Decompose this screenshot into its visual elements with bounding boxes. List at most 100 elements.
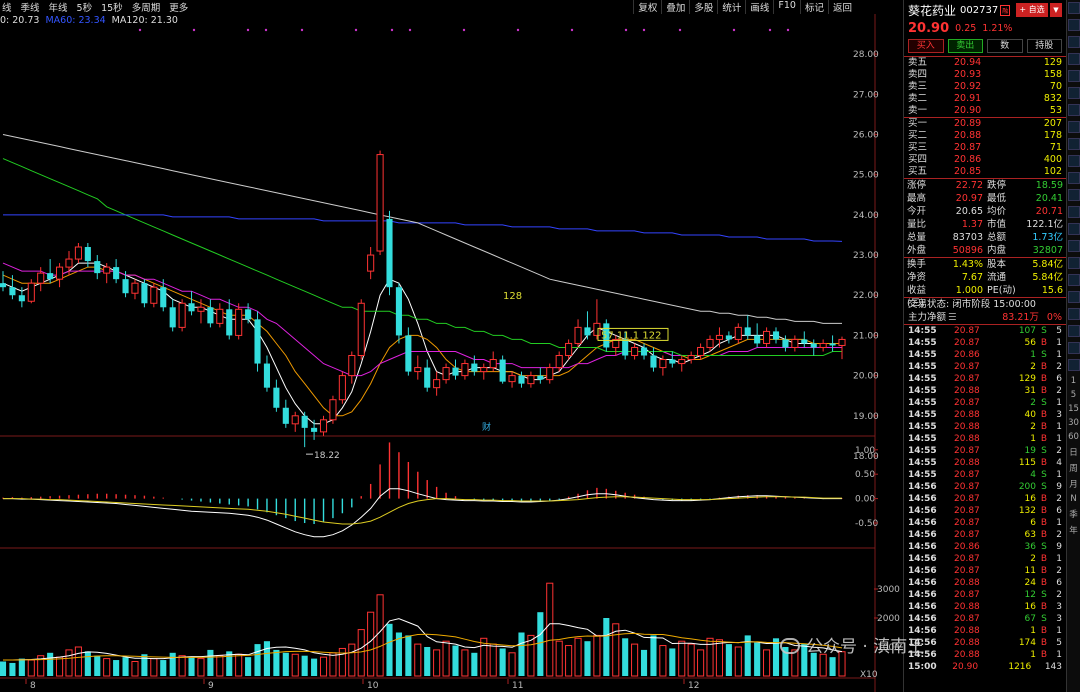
sidebar-period-15[interactable]: 15: [1067, 404, 1080, 414]
sidebar-period-5[interactable]: 5: [1067, 390, 1080, 400]
volume-bar: [319, 656, 328, 677]
order-book-asks-row[interactable]: 卖五 20.94 129: [904, 57, 1066, 69]
period-tab-6[interactable]: 更多: [167, 0, 195, 14]
sidebar-tool-icon[interactable]: [1068, 104, 1080, 116]
candle: [678, 355, 686, 372]
period-tab-4[interactable]: 15秒: [99, 0, 130, 14]
stat-value: 50896: [952, 245, 983, 256]
sidebar-tool-icon[interactable]: [1068, 325, 1080, 337]
volume-bar: [188, 657, 195, 676]
toolbar-button-2[interactable]: 多股: [689, 0, 717, 14]
toolbar-button-0[interactable]: 复权: [633, 0, 661, 14]
signal-dot: [786, 28, 790, 32]
tick-row: 14:55 20.88 115 B 4: [904, 457, 1066, 469]
tick-count: 1: [1056, 350, 1062, 360]
sidebar-tool-icon[interactable]: [1068, 257, 1080, 269]
stat-row: 收益(三) 1.000 PE(动) 15.6: [904, 284, 1066, 309]
tick-count: 1: [1056, 554, 1062, 564]
level-volume: 832: [1043, 93, 1062, 104]
tick-price: 20.88: [954, 650, 980, 660]
order-book-asks-row[interactable]: 卖四 20.93 158: [904, 69, 1066, 81]
tick-side: B: [1040, 458, 1048, 468]
level-volume: 70: [1049, 81, 1062, 92]
sidebar-tool-icon[interactable]: [1068, 53, 1080, 65]
tick-side: S: [1041, 398, 1047, 408]
toolbar-button-1[interactable]: 叠加: [661, 0, 689, 14]
sidebar-tool-icon[interactable]: [1068, 223, 1080, 235]
sidebar-tool-icon[interactable]: [1068, 274, 1080, 286]
order-book-asks-row[interactable]: 卖二 20.91 832: [904, 93, 1066, 105]
holdings-button[interactable]: 持股: [1026, 39, 1062, 53]
sidebar-tool-icon[interactable]: [1068, 342, 1080, 354]
tick-row: 14:56 20.87 16 B 2: [904, 493, 1066, 505]
sidebar-tool-icon[interactable]: [1068, 172, 1080, 184]
sidebar-period-1[interactable]: 1: [1067, 376, 1080, 386]
ma-line-5: [2, 134, 842, 324]
menu-icon[interactable]: ☰: [948, 311, 957, 324]
tick-list[interactable]: 14:55 20.87 107 S 5 14:55 20.87 56 B 1 14:55 20.86 1…: [904, 324, 1066, 673]
sidebar-tool-icon[interactable]: [1068, 87, 1080, 99]
buy-button[interactable]: 买入: [908, 39, 944, 53]
sidebar-period-4[interactable]: 季: [1067, 508, 1080, 520]
sidebar-tool-icon[interactable]: [1068, 308, 1080, 320]
toolbar-button-3[interactable]: 统计: [717, 0, 745, 14]
volume-bar: [603, 618, 610, 676]
watchlist-dropdown-icon[interactable]: ▼: [1050, 3, 1062, 17]
volume-bar: [273, 649, 280, 676]
add-watchlist-button[interactable]: + 自选: [1016, 3, 1048, 17]
volume-bar: [282, 652, 289, 676]
toolbar-button-5[interactable]: F10: [773, 0, 800, 14]
sidebar-period-0[interactable]: 日: [1067, 446, 1080, 458]
sidebar-tool-icon[interactable]: [1068, 240, 1080, 252]
volume-bar: [819, 653, 827, 677]
sell-button[interactable]: 卖出: [947, 39, 983, 53]
sidebar-tool-icon[interactable]: [1068, 206, 1080, 218]
period-tab-1[interactable]: 季线: [19, 0, 47, 14]
sidebar-period-2[interactable]: 月: [1067, 478, 1080, 490]
tick-count: 2: [1056, 362, 1062, 372]
sidebar-period-30[interactable]: 30: [1067, 418, 1080, 428]
stock-chart[interactable]: 28.00 27.00 26.00 25.00 24.00 23.00 22.00 21.00…: [0, 0, 900, 692]
order-book-bids-row[interactable]: 买四 20.86 400: [904, 154, 1066, 166]
stat-row: 今开 20.65 均价 20.71: [904, 205, 1066, 218]
order-book-bids-row[interactable]: 买五 20.85 102: [904, 166, 1066, 178]
tick-time: 14:56: [908, 482, 937, 492]
sidebar-period-3[interactable]: N: [1067, 494, 1080, 504]
period-tab-3[interactable]: 5秒: [75, 0, 100, 14]
sidebar-tool-icon[interactable]: [1068, 36, 1080, 48]
sidebar-tool-icon[interactable]: [1068, 2, 1080, 14]
level-label: 卖三: [908, 81, 928, 92]
period-tab-5[interactable]: 多周期: [130, 0, 168, 14]
sidebar-tool-icon[interactable]: [1068, 155, 1080, 167]
stat-value: 32807: [1032, 245, 1063, 256]
tick-volume: 12: [1024, 590, 1036, 600]
tick-count: 2: [1056, 566, 1062, 576]
sidebar-period-1[interactable]: 周: [1067, 462, 1080, 474]
sidebar-tool-icon[interactable]: [1068, 189, 1080, 201]
annotation-label: 57 11.1 122: [601, 330, 661, 341]
sidebar-tool-icon[interactable]: [1068, 19, 1080, 31]
order-book-asks-row[interactable]: 卖一 20.90 53: [904, 105, 1066, 117]
sidebar-tool-icon[interactable]: [1068, 359, 1080, 371]
tick-count: 5: [1056, 638, 1062, 648]
sidebar-tool-icon[interactable]: [1068, 121, 1080, 133]
period-tab-0[interactable]: 线: [0, 0, 19, 14]
toolbar-button-7[interactable]: 返回: [827, 0, 856, 14]
order-book-bids-row[interactable]: 买三 20.87 71: [904, 142, 1066, 154]
tick-time: 14:55: [908, 470, 937, 480]
quantity-button[interactable]: 数: [987, 39, 1023, 53]
volume-bar: [772, 638, 780, 676]
order-book-bids-row[interactable]: 买二 20.88 178: [904, 130, 1066, 142]
sidebar-tool-icon[interactable]: [1068, 291, 1080, 303]
sidebar-period-5[interactable]: 年: [1067, 524, 1080, 536]
order-book-bids-row[interactable]: 买一 20.89 207: [904, 118, 1066, 130]
watermark: 公众号 · 滇南王: [780, 632, 924, 657]
period-tab-2[interactable]: 年线: [47, 0, 75, 14]
tick-row: 14:56 20.86 36 S 9: [904, 541, 1066, 553]
toolbar-button-4[interactable]: 画线: [745, 0, 773, 14]
order-book-asks-row[interactable]: 卖三 20.92 70: [904, 81, 1066, 93]
sidebar-tool-icon[interactable]: [1068, 138, 1080, 150]
toolbar-button-6[interactable]: 标记: [799, 0, 828, 14]
sidebar-tool-icon[interactable]: [1068, 70, 1080, 82]
sidebar-period-60[interactable]: 60: [1067, 432, 1080, 442]
